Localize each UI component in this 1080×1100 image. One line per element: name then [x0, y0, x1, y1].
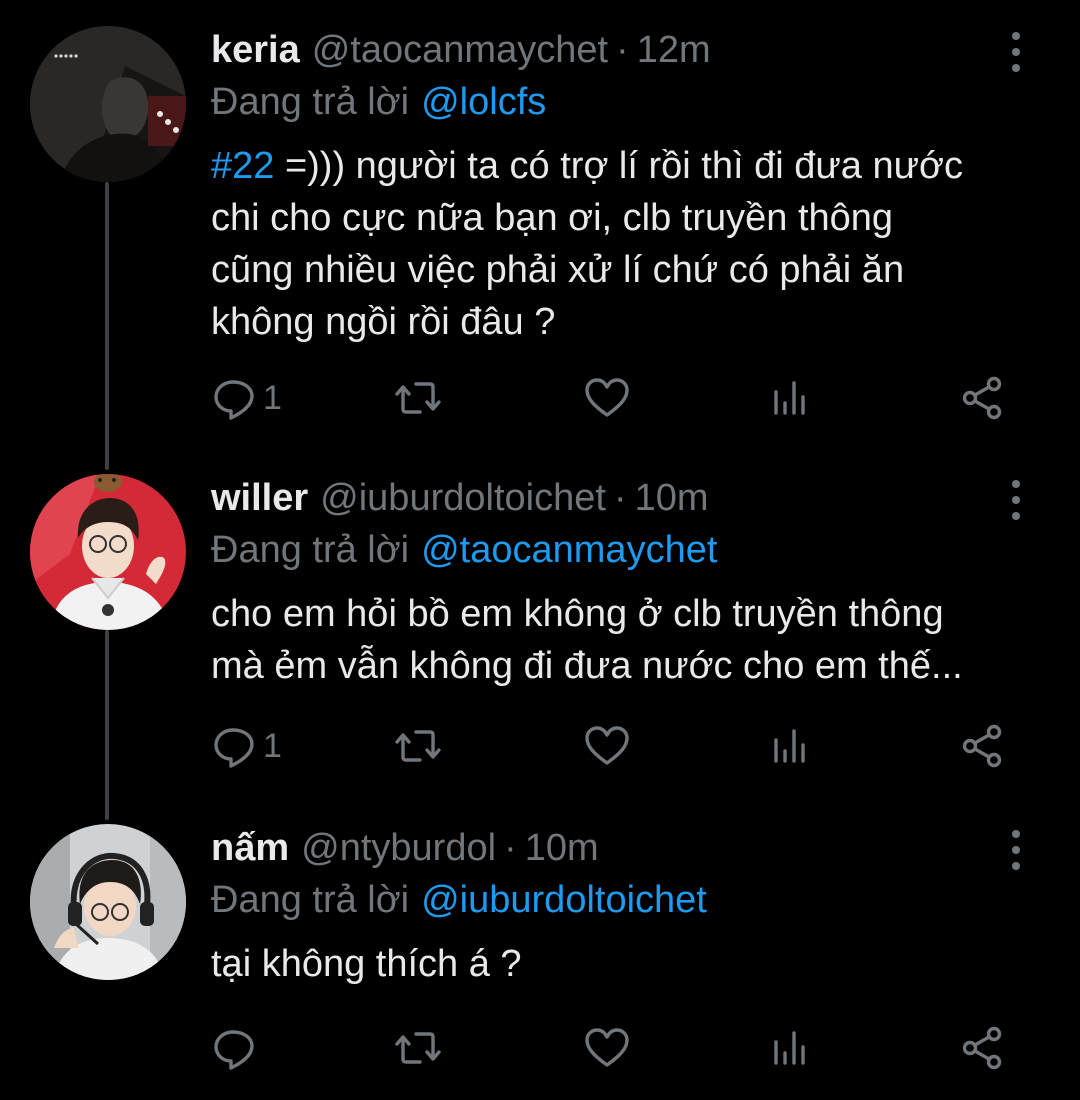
- like-button[interactable]: [583, 1022, 631, 1074]
- analytics-button[interactable]: [771, 720, 811, 772]
- more-options-icon[interactable]: [1000, 480, 1032, 520]
- reply-prefix: Đang trả lời: [211, 80, 410, 123]
- retweet-icon: [393, 375, 443, 421]
- tweet-text: tại không thích á ?: [211, 938, 1051, 990]
- retweet-button[interactable]: [393, 720, 443, 772]
- reply-icon: [211, 1025, 257, 1071]
- display-name[interactable]: keria: [211, 29, 300, 72]
- reply-button[interactable]: [211, 1022, 263, 1074]
- share-button[interactable]: [959, 1022, 1005, 1074]
- tweet-text-line: chi cho cực nữa bạn ơi, clb truyền thông: [211, 197, 894, 239]
- tweet-text: cho em hỏi bồ em không ở clb truyền thôn…: [211, 588, 1051, 692]
- like-button[interactable]: [583, 720, 631, 772]
- analytics-icon: [771, 1025, 811, 1071]
- retweet-button[interactable]: [393, 372, 443, 424]
- display-name[interactable]: nấm: [211, 827, 289, 870]
- like-button[interactable]: [583, 372, 631, 424]
- reply-context: Đang trả lời @taocanmaychet: [211, 524, 717, 576]
- separator: ·: [613, 476, 627, 519]
- tweet[interactable]: willer @iuburdoltoichet · 10m Đang trả l…: [0, 472, 1080, 802]
- reply-count: 1: [263, 378, 282, 417]
- reply-mention-link[interactable]: @iuburdoltoichet: [421, 879, 707, 922]
- tweet-text-line: tại không thích á ?: [211, 943, 522, 985]
- tweet-text-line: cho em hỏi bồ em không ở clb truyền thôn…: [211, 593, 944, 635]
- reply-prefix: Đang trả lời: [211, 878, 410, 921]
- reply-icon: [211, 723, 257, 769]
- avatar[interactable]: [30, 474, 186, 630]
- share-icon: [959, 723, 1005, 769]
- share-icon: [959, 375, 1005, 421]
- action-bar: [211, 1022, 1011, 1074]
- analytics-icon: [771, 375, 811, 421]
- share-button[interactable]: [959, 720, 1005, 772]
- user-handle[interactable]: @iuburdoltoichet: [320, 477, 606, 520]
- tweet-text-line: mà ẻm vẫn không đi đưa nước cho em thế..…: [211, 645, 963, 687]
- tweet[interactable]: keria @taocanmaychet · 12m Đang trả lời …: [0, 24, 1080, 424]
- avatar[interactable]: [30, 26, 186, 182]
- separator: ·: [504, 826, 517, 869]
- reply-mention-link[interactable]: @taocanmaychet: [421, 529, 717, 572]
- tweet-text-line: cũng nhiều việc phải xử lí chứ có phải ă…: [211, 249, 905, 291]
- reply-prefix: Đang trả lời: [211, 528, 410, 571]
- action-bar: 1: [211, 372, 1011, 424]
- avatar[interactable]: [30, 824, 186, 980]
- analytics-button[interactable]: [771, 372, 811, 424]
- more-options-icon[interactable]: [1000, 32, 1032, 72]
- separator: ·: [616, 28, 629, 71]
- retweet-icon: [393, 1025, 443, 1071]
- tweet-text-line: không ngồi rồi đâu ?: [211, 301, 556, 343]
- tweet-text-line: =))) người ta có trợ lí rồi thì đi đưa n…: [274, 145, 963, 187]
- timestamp[interactable]: 10m: [635, 477, 709, 520]
- retweet-icon: [393, 723, 443, 769]
- dark-profile-photo-icon: [30, 26, 186, 182]
- tweet-header: willer @iuburdoltoichet · 10m: [211, 472, 708, 524]
- heart-icon: [583, 1025, 631, 1071]
- analytics-button[interactable]: [771, 1022, 811, 1074]
- tweet-text: #22 =))) người ta có trợ lí rồi thì đi đ…: [211, 140, 1051, 348]
- tweet-header: nấm @ntyburdol · 10m: [211, 822, 599, 874]
- tweet[interactable]: nấm @ntyburdol · 10m Đang trả lời @iubur…: [0, 822, 1080, 1082]
- share-button[interactable]: [959, 372, 1005, 424]
- reply-mention-link[interactable]: @lolcfs: [421, 81, 546, 124]
- heart-icon: [583, 723, 631, 769]
- reply-icon: [211, 375, 257, 421]
- share-icon: [959, 1025, 1005, 1071]
- user-handle[interactable]: @taocanmaychet: [312, 29, 608, 72]
- user-handle[interactable]: @ntyburdol: [301, 827, 496, 870]
- timestamp[interactable]: 10m: [525, 827, 599, 870]
- display-name[interactable]: willer: [211, 477, 308, 520]
- more-options-icon[interactable]: [1000, 830, 1032, 870]
- reply-context: Đang trả lời @iuburdoltoichet: [211, 874, 707, 926]
- hashtag-link[interactable]: #22: [211, 145, 274, 187]
- reply-button[interactable]: 1: [211, 372, 282, 424]
- heart-icon: [583, 375, 631, 421]
- tweet-header: keria @taocanmaychet · 12m: [211, 24, 711, 76]
- reply-count: 1: [263, 726, 282, 765]
- retweet-button[interactable]: [393, 1022, 443, 1074]
- timestamp[interactable]: 12m: [637, 29, 711, 72]
- red-profile-photo-icon: [30, 474, 186, 630]
- reply-button[interactable]: 1: [211, 720, 282, 772]
- analytics-icon: [771, 723, 811, 769]
- reply-context: Đang trả lời @lolcfs: [211, 76, 546, 128]
- headset-profile-photo-icon: [30, 824, 186, 980]
- action-bar: 1: [211, 720, 1011, 772]
